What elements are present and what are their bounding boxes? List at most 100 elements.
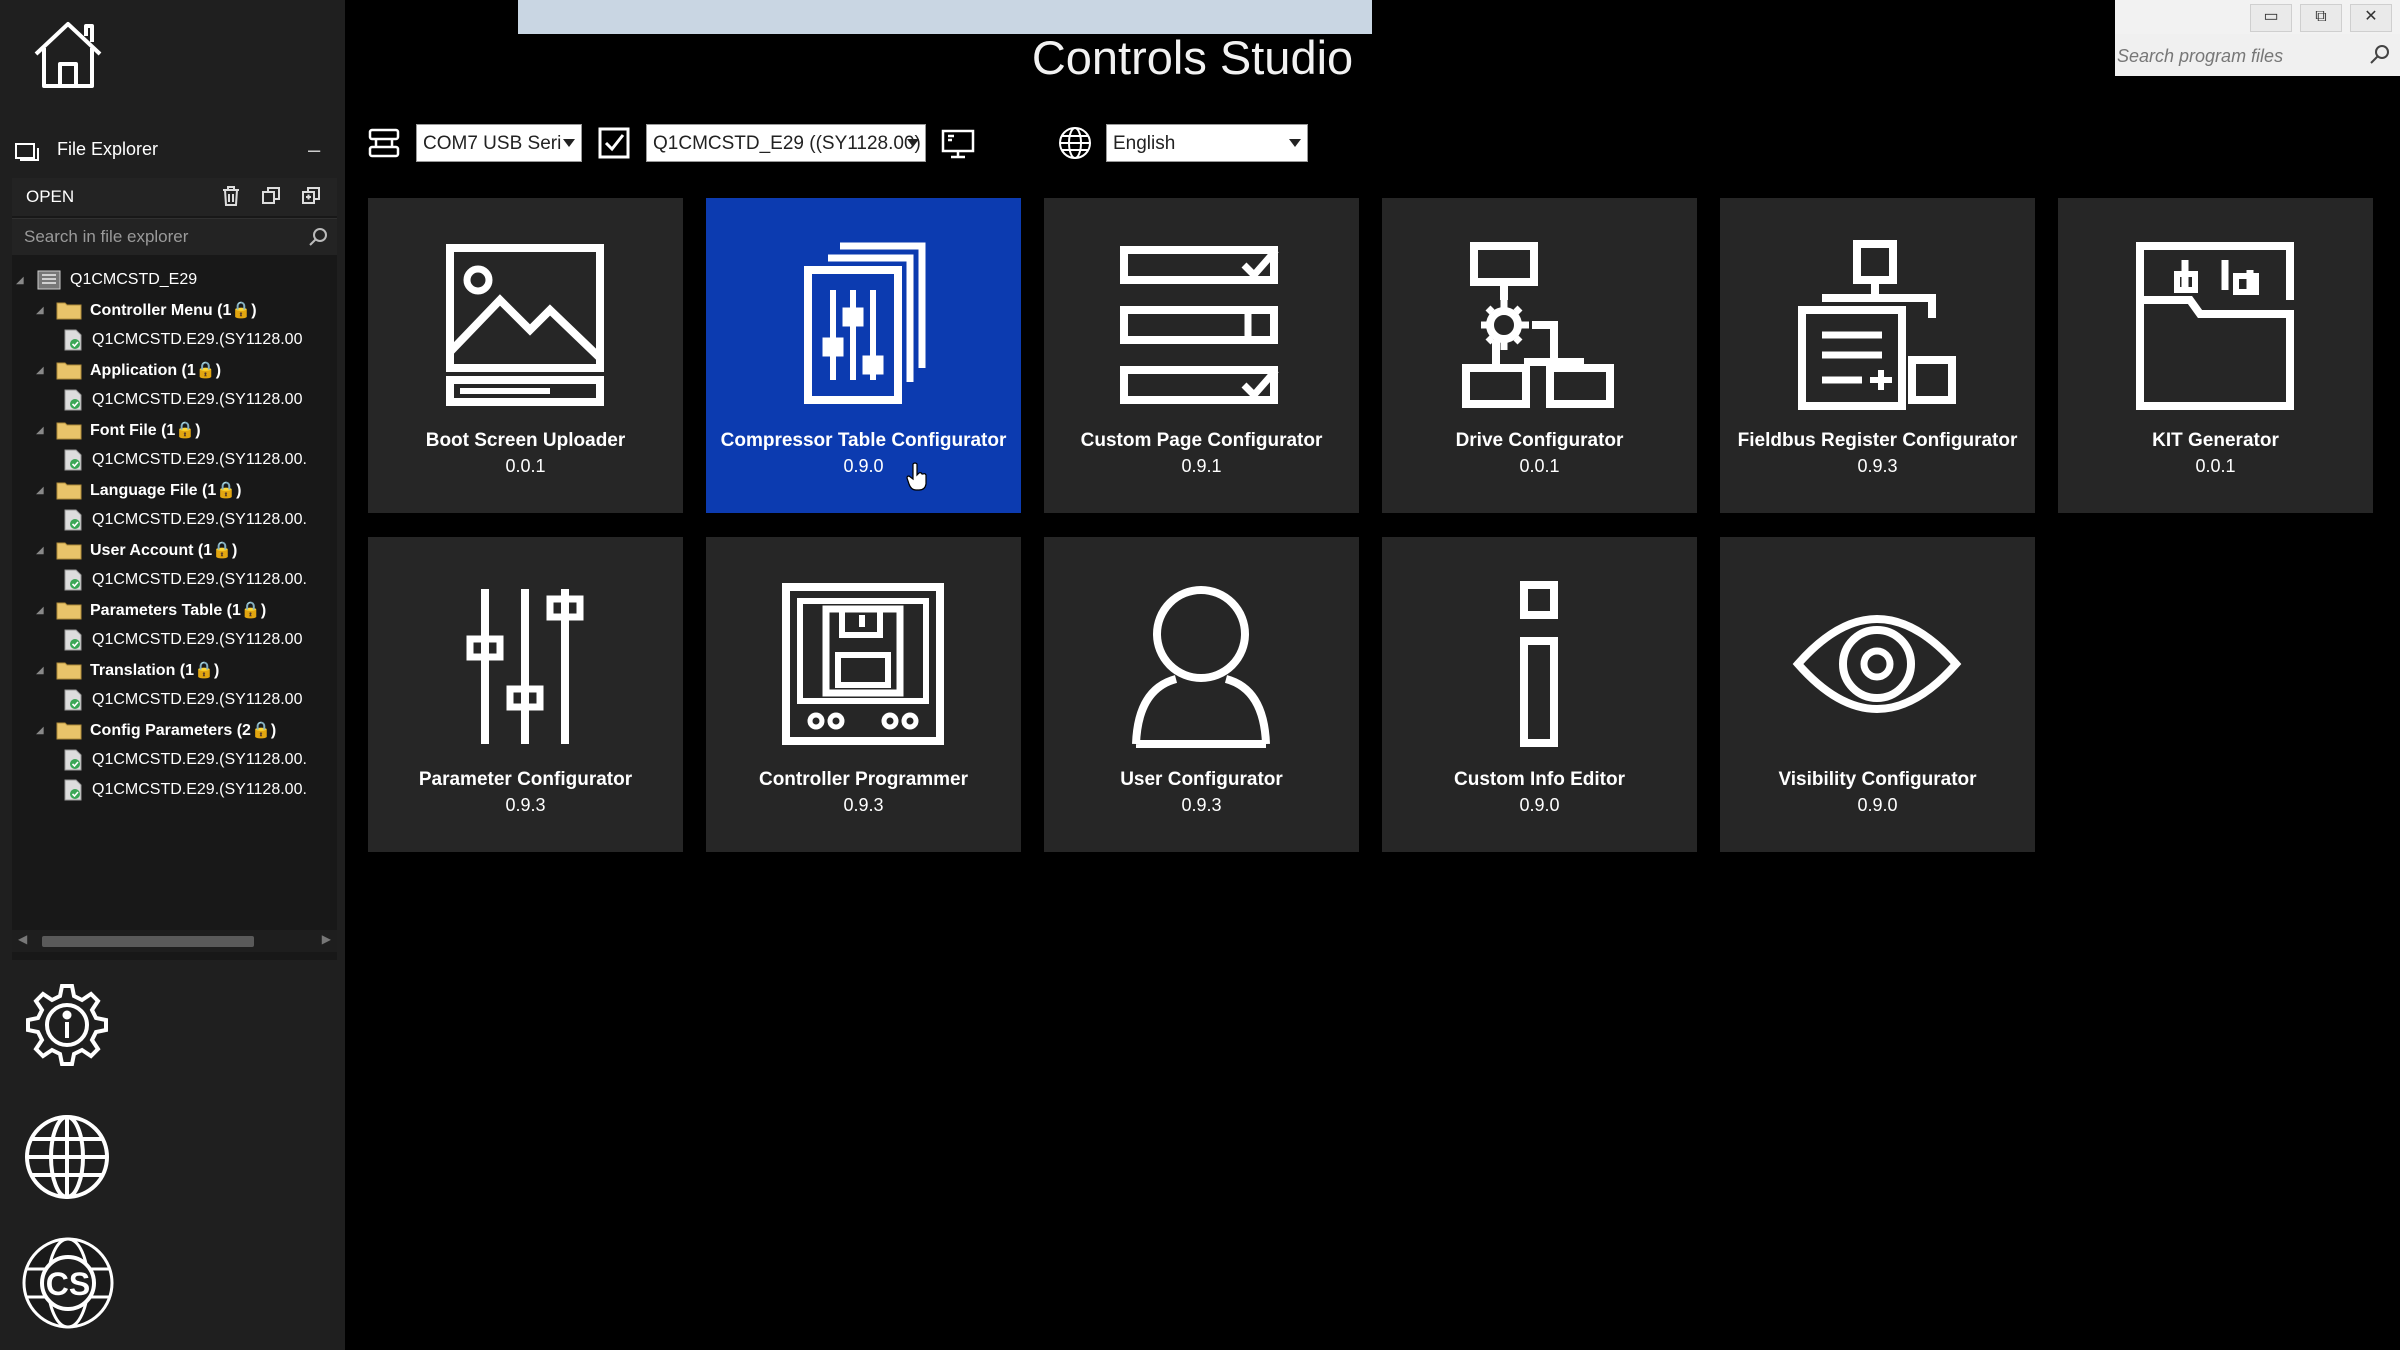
checkbox-icon[interactable]: [596, 125, 632, 161]
device-select[interactable]: Q1CMCSTD_E29 ((SY1128.00): [646, 124, 926, 162]
tool-tile-boot-screen-uploader[interactable]: Boot Screen Uploader 0.0.1: [368, 198, 683, 513]
tile-version: 0.9.1: [1181, 456, 1222, 476]
file-explorer-icon: [15, 143, 39, 161]
program-search: [2115, 34, 2400, 76]
globe-icon[interactable]: [22, 1112, 112, 1202]
tool-tile-compressor-table-configurator[interactable]: Compressor Table Configurator 0.9.0: [706, 198, 1021, 513]
globe-icon[interactable]: [1057, 125, 1093, 161]
file-icon: [64, 779, 82, 801]
tree-expander-icon[interactable]: ◢: [36, 605, 50, 616]
tool-tile-controller-programmer[interactable]: Controller Programmer 0.9.3: [706, 537, 1021, 852]
tree-file-item[interactable]: Q1CMCSTD.E29.(SY1128.00: [62, 326, 302, 354]
chevron-down-icon: [907, 139, 919, 147]
tree-file-item[interactable]: Q1CMCSTD.E29.(SY1128.00: [62, 686, 302, 714]
tree-item-label: Translation (1🔒): [90, 662, 220, 679]
program-search-input[interactable]: [2115, 42, 2367, 70]
tree-file-item[interactable]: Q1CMCSTD.E29.(SY1128.00: [62, 386, 302, 414]
tree-item-label: Parameters Table (1🔒): [90, 602, 267, 619]
tree-expander-icon[interactable]: ◢: [16, 275, 30, 286]
tool-tile-parameter-configurator[interactable]: Parameter Configurator 0.9.3: [368, 537, 683, 852]
user-icon: [1132, 586, 1270, 748]
tree-expander-icon[interactable]: ◢: [36, 365, 50, 376]
file-icon: [64, 569, 82, 591]
folder-icon: [56, 722, 82, 740]
scroll-left-icon[interactable]: ◀: [18, 932, 27, 946]
tree-expander-icon[interactable]: ◢: [36, 725, 50, 736]
hand-cursor-icon: [906, 462, 927, 491]
tree-file-item[interactable]: Q1CMCSTD.E29.(SY1128.00: [62, 626, 302, 654]
tree-file-item[interactable]: Q1CMCSTD.E29.(SY1128.00.: [62, 446, 307, 474]
folder-icon: [56, 482, 82, 500]
search-icon[interactable]: [2368, 42, 2392, 66]
tree-folder-item[interactable]: ◢ User Account (1🔒): [36, 536, 237, 564]
tree-item-label: Q1CMCSTD.E29.(SY1128.00.: [92, 451, 307, 468]
tool-tile-user-configurator[interactable]: User Configurator 0.9.3: [1044, 537, 1359, 852]
tile-name: Visibility Configurator: [1778, 769, 1977, 790]
tree-item-label: Q1CMCSTD.E29.(SY1128.00.: [92, 781, 307, 798]
tree-expander-icon[interactable]: ◢: [36, 485, 50, 496]
file-explorer-minimize-button[interactable]: –: [308, 137, 320, 163]
tree-folder-item[interactable]: ◢ Config Parameters (2🔒): [36, 716, 276, 744]
settings-info-icon[interactable]: [22, 980, 112, 1070]
tree-item-label: Q1CMCSTD.E29.(SY1128.00: [92, 691, 303, 708]
tile-version: 0.9.0: [1519, 795, 1560, 815]
duplicate-icon[interactable]: [300, 185, 322, 207]
tree-expander-icon[interactable]: ◢: [36, 305, 50, 316]
tool-tile-visibility-configurator[interactable]: Visibility Configurator 0.9.0: [1720, 537, 2035, 852]
tree-folder-item[interactable]: ◢ Translation (1🔒): [36, 656, 219, 684]
trash-icon[interactable]: [220, 185, 242, 207]
tool-tile-custom-info-editor[interactable]: Custom Info Editor 0.9.0: [1382, 537, 1697, 852]
app-title: Controls Studio: [1031, 31, 1354, 84]
language-select-value: English: [1113, 133, 1176, 154]
connection-icon[interactable]: [366, 125, 402, 161]
copy-icon[interactable]: [260, 185, 282, 207]
tile-name: Fieldbus Register Configurator: [1737, 430, 2018, 451]
tree-item-label: Q1CMCSTD.E29.(SY1128.00: [92, 391, 303, 408]
tree-file-item[interactable]: Q1CMCSTD.E29.(SY1128.00.: [62, 566, 307, 594]
port-select[interactable]: COM7 USB Seri: [416, 124, 582, 162]
tree-expander-icon[interactable]: ◢: [36, 665, 50, 676]
tree-folder-item[interactable]: ◢ Language File (1🔒): [36, 476, 242, 504]
minimize-button[interactable]: ▭: [2250, 4, 2292, 32]
folder-icon: [56, 362, 82, 380]
kit-folder-icon: [2136, 242, 2294, 410]
tree-root-item[interactable]: ◢ Q1CMCSTD_E29: [16, 266, 197, 294]
tool-tile-fieldbus-register-configurator[interactable]: Fieldbus Register Configurator 0.9.3: [1720, 198, 2035, 513]
tree-folder-item[interactable]: ◢ Application (1🔒): [36, 356, 221, 384]
tree-item-label: Q1CMCSTD.E29.(SY1128.00.: [92, 571, 307, 588]
tool-tile-kit-generator[interactable]: KIT Generator 0.0.1: [2058, 198, 2373, 513]
tree-file-item[interactable]: Q1CMCSTD.E29.(SY1128.00.: [62, 776, 307, 804]
tree-folder-item[interactable]: ◢ Font File (1🔒): [36, 416, 201, 444]
file-icon: [64, 689, 82, 711]
monitor-icon[interactable]: [940, 125, 976, 161]
file-explorer-search-input[interactable]: [22, 223, 296, 251]
tree-folder-item[interactable]: ◢ Parameters Table (1🔒): [36, 596, 266, 624]
tree-file-item[interactable]: Q1CMCSTD.E29.(SY1128.00.: [62, 506, 307, 534]
file-tree: ◢ Q1CMCSTD_E29 ◢ Controller Menu (1🔒) Q1CMCS…: [12, 266, 337, 906]
restore-button[interactable]: ⧉: [2300, 4, 2342, 32]
scrollbar-thumb[interactable]: [42, 936, 254, 947]
language-select[interactable]: English: [1106, 124, 1308, 162]
tree-folder-item[interactable]: ◢ Controller Menu (1🔒): [36, 296, 257, 324]
tree-file-item[interactable]: Q1CMCSTD.E29.(SY1128.00.: [62, 746, 307, 774]
tile-version: 0.9.3: [843, 795, 884, 815]
horizontal-scrollbar[interactable]: ◀ ▶: [12, 930, 337, 952]
file-icon: [64, 389, 82, 411]
tool-tile-drive-configurator[interactable]: Drive Configurator 0.0.1: [1382, 198, 1697, 513]
tree-expander-icon[interactable]: ◢: [36, 545, 50, 556]
tree-item-label: User Account (1🔒): [90, 542, 238, 559]
tile-name: Custom Page Configurator: [1080, 430, 1323, 451]
tool-tile-custom-page-configurator[interactable]: Custom Page Configurator 0.9.1: [1044, 198, 1359, 513]
close-button[interactable]: ✕: [2350, 4, 2392, 32]
title-strip: [518, 0, 1372, 34]
scroll-right-icon[interactable]: ▶: [322, 932, 331, 946]
cs-logo-icon[interactable]: CS: [20, 1235, 116, 1331]
open-label: OPEN: [26, 187, 75, 206]
tree-item-label: Config Parameters (2🔒): [90, 722, 277, 739]
tile-version: 0.0.1: [2195, 456, 2236, 476]
home-icon[interactable]: [30, 16, 106, 92]
tile-version: 0.0.1: [505, 456, 546, 476]
register-tree-icon: [1798, 240, 1956, 410]
search-icon[interactable]: [307, 226, 329, 248]
tree-expander-icon[interactable]: ◢: [36, 425, 50, 436]
